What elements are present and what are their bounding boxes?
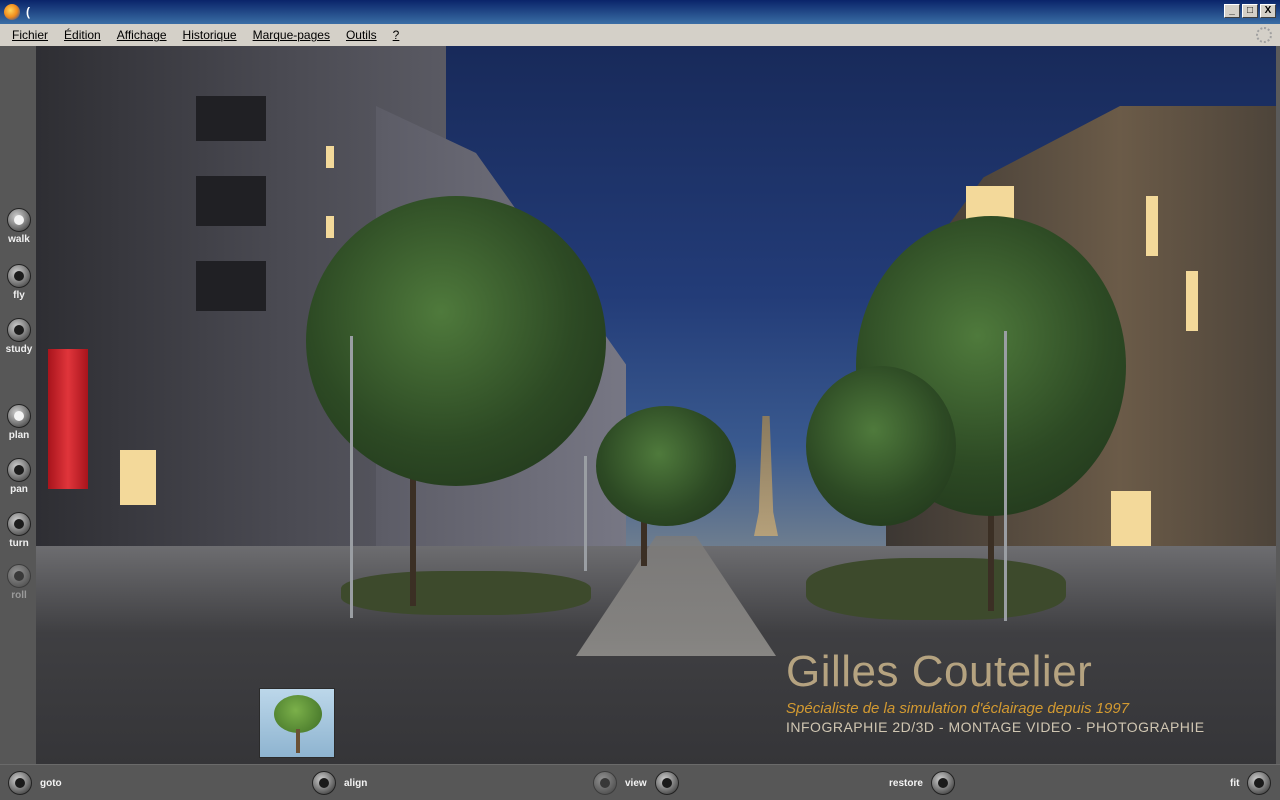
plan-icon (7, 404, 31, 428)
align-button[interactable]: align (312, 771, 367, 795)
menu-edition[interactable]: Édition (56, 28, 109, 42)
window (196, 96, 266, 141)
red-banner (48, 349, 88, 489)
study-icon (7, 318, 31, 342)
menu-bar: Fichier Édition Affichage Historique Mar… (0, 24, 1280, 46)
walk-icon (7, 208, 31, 232)
tree-thumbnail-trunk (296, 729, 300, 753)
menu-help[interactable]: ? (385, 28, 408, 42)
tree (806, 366, 956, 526)
pan-icon (7, 458, 31, 482)
menu-fichier[interactable]: Fichier (4, 28, 56, 42)
view-next-icon[interactable] (654, 771, 679, 795)
restore-label: restore (889, 777, 923, 789)
tree-thumbnail-canopy (274, 695, 322, 733)
study-label: study (5, 344, 33, 355)
window (196, 261, 266, 311)
pan-button[interactable]: pan (5, 458, 33, 495)
turn-icon (7, 512, 31, 536)
view-previous-icon[interactable] (593, 771, 617, 795)
goto-button[interactable]: goto (8, 771, 62, 795)
navigation-sidebar: walk fly study plan pan turn roll (0, 46, 36, 764)
restore-icon (930, 771, 955, 795)
restore-button[interactable]: restore (889, 771, 955, 795)
window (196, 176, 266, 226)
align-label: align (344, 777, 368, 789)
goto-label: goto (40, 777, 62, 789)
window-title: ( (26, 5, 30, 19)
tree-thumbnail[interactable] (259, 688, 335, 758)
tree (596, 406, 736, 526)
fly-icon (7, 264, 31, 288)
watermark-name: Gilles Coutelier (786, 647, 1093, 696)
watermark: Gilles Coutelier Spécialiste de la simul… (786, 647, 1216, 736)
firefox-icon (4, 4, 20, 20)
window-controls: _ □ X (1224, 4, 1276, 18)
watermark-services: INFOGRAPHIE 2D/3D - MONTAGE VIDEO - PHOT… (786, 719, 1205, 735)
fly-label: fly (13, 290, 25, 301)
view-label: view (625, 777, 647, 789)
menu-outils[interactable]: Outils (338, 28, 385, 42)
minimize-button[interactable]: _ (1224, 4, 1240, 18)
street-scene-view[interactable]: Gilles Coutelier Spécialiste de la simul… (36, 46, 1276, 764)
loading-throbber-icon (1256, 27, 1272, 43)
plan-label: plan (8, 430, 30, 441)
menu-affichage[interactable]: Affichage (109, 28, 175, 42)
walk-button[interactable]: walk (5, 208, 33, 245)
grass-strip (341, 571, 591, 615)
walk-label: walk (8, 234, 30, 245)
plan-button[interactable]: plan (5, 404, 33, 441)
street-lamp (350, 336, 353, 618)
window (326, 146, 334, 168)
watermark-tagline: Spécialiste de la simulation d'éclairage… (786, 700, 1130, 717)
window-title-bar: ( _ □ X (0, 0, 1280, 24)
study-button[interactable]: study (5, 318, 33, 355)
roll-icon (7, 564, 31, 588)
maximize-button[interactable]: □ (1242, 4, 1258, 18)
window (1146, 196, 1158, 256)
fly-button[interactable]: fly (5, 264, 33, 301)
fit-label: fit (1230, 777, 1240, 789)
roll-label: roll (11, 590, 27, 601)
pan-label: pan (10, 484, 28, 495)
fit-icon (1247, 771, 1272, 795)
window (120, 450, 156, 505)
menu-historique[interactable]: Historique (175, 28, 245, 42)
goto-icon (8, 771, 32, 795)
viewer-bottom-toolbar: goto align view restore fit (0, 764, 1280, 800)
align-icon (312, 771, 336, 795)
panorama-viewer: walk fly study plan pan turn roll Gilles… (0, 46, 1280, 800)
close-button[interactable]: X (1260, 4, 1276, 18)
roll-button[interactable]: roll (5, 564, 33, 601)
window (326, 216, 334, 238)
turn-label: turn (9, 538, 29, 549)
grass-strip (806, 558, 1066, 620)
street-lamp (584, 456, 587, 571)
menu-marque-pages[interactable]: Marque-pages (245, 28, 338, 42)
window (1186, 271, 1198, 331)
street-lamp (1004, 331, 1007, 621)
fit-button[interactable]: fit (1230, 771, 1272, 795)
turn-button[interactable]: turn (5, 512, 33, 549)
view-controls: view (593, 771, 679, 795)
